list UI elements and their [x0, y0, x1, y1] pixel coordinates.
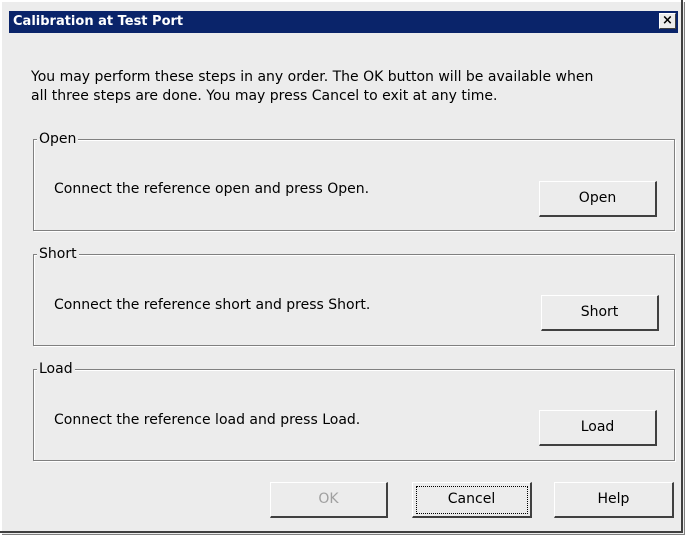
title-bar: Calibration at Test Port × [9, 11, 678, 33]
load-button[interactable]: Load [539, 410, 657, 446]
short-instruction: Connect the reference short and press Sh… [54, 297, 371, 313]
short-button[interactable]: Short [541, 295, 659, 331]
open-button[interactable]: Open [539, 181, 657, 217]
short-group-title: Short [37, 245, 79, 263]
ok-button[interactable]: OK [270, 482, 388, 518]
open-instruction: Connect the reference open and press Ope… [54, 181, 370, 197]
window-title: Calibration at Test Port [13, 14, 184, 29]
load-group-title: Load [37, 360, 75, 378]
open-group: Open Connect the reference open and pres… [33, 130, 675, 231]
load-group: Load Connect the reference load and pres… [33, 360, 675, 461]
open-group-title: Open [37, 130, 79, 148]
instructions-text: You may perform these steps in any order… [31, 69, 594, 104]
cancel-button[interactable]: Cancel [412, 482, 532, 518]
load-instruction: Connect the reference load and press Loa… [54, 412, 361, 428]
short-group: Short Connect the reference short and pr… [33, 245, 675, 346]
close-button[interactable]: × [659, 13, 676, 29]
help-button[interactable]: Help [554, 482, 674, 518]
calibration-dialog: Calibration at Test Port × You may perfo… [0, 0, 685, 535]
